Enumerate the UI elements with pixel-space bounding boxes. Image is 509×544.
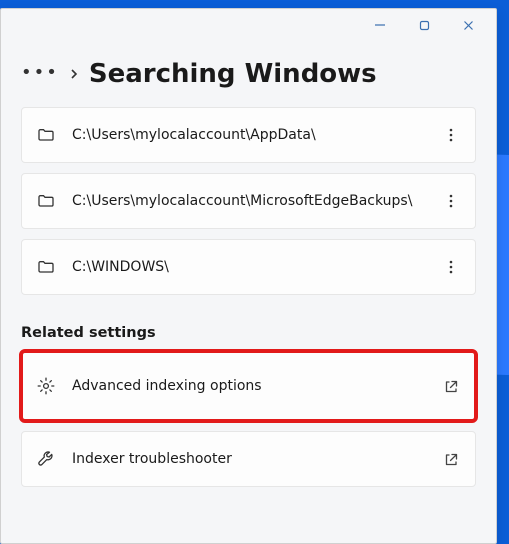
titlebar — [1, 9, 496, 41]
chevron-right-icon — [69, 67, 79, 81]
excluded-folder-row[interactable]: C:\Users\mylocalaccount\MicrosoftEdgeBac… — [21, 173, 476, 229]
open-external-icon — [441, 449, 461, 469]
folder-icon — [36, 125, 56, 145]
open-external-icon — [441, 376, 461, 396]
more-options-button[interactable] — [441, 125, 461, 145]
more-options-button[interactable] — [441, 257, 461, 277]
breadcrumb: ••• Searching Windows — [21, 59, 476, 89]
excluded-folder-row[interactable]: C:\WINDOWS\ — [21, 239, 476, 295]
related-item-label: Advanced indexing options — [72, 378, 425, 394]
folder-path-label: C:\Users\mylocalaccount\AppData\ — [72, 127, 425, 143]
gear-icon — [36, 376, 56, 396]
advanced-indexing-options-row[interactable]: Advanced indexing options — [21, 351, 476, 421]
folder-path-label: C:\WINDOWS\ — [72, 259, 425, 275]
more-options-button[interactable] — [441, 191, 461, 211]
folder-icon — [36, 191, 56, 211]
related-settings-heading: Related settings — [21, 325, 476, 341]
page-title: Searching Windows — [89, 59, 377, 89]
content-area: ••• Searching Windows C:\Users\mylocalac… — [1, 41, 496, 543]
minimize-button[interactable] — [358, 11, 402, 39]
wrench-icon — [36, 449, 56, 469]
related-item-label: Indexer troubleshooter — [72, 451, 425, 467]
folder-icon — [36, 257, 56, 277]
indexer-troubleshooter-row[interactable]: Indexer troubleshooter — [21, 431, 476, 487]
settings-window: ••• Searching Windows C:\Users\mylocalac… — [0, 8, 497, 544]
close-button[interactable] — [446, 11, 490, 39]
excluded-folder-row[interactable]: C:\Users\mylocalaccount\AppData\ — [21, 107, 476, 163]
maximize-button[interactable] — [402, 11, 446, 39]
folder-path-label: C:\Users\mylocalaccount\MicrosoftEdgeBac… — [72, 193, 425, 209]
breadcrumb-more-button[interactable]: ••• — [21, 62, 59, 87]
